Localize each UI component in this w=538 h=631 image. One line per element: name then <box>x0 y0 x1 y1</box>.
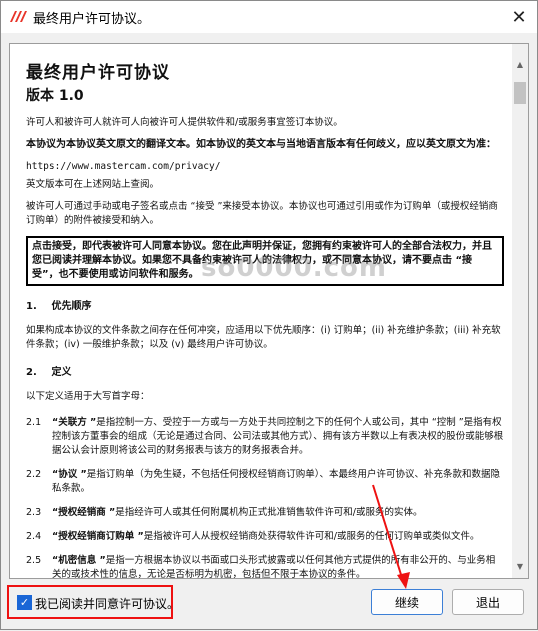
section-2-intro: 以下定义适用于大写首字母： <box>26 391 150 402</box>
section-1-title: 优先顺序 <box>51 301 92 312</box>
section-2-title: 定义 <box>51 367 72 378</box>
definition-item: 2.3 “授权经销商 ”是指经许可人或其任何附属机构正式批准销售软件许可和/或服… <box>26 506 504 520</box>
definition-item: 2.2 “协议 ”是指订购单（为免生疑，不包括任何授权经销商订购单）、本最终用户… <box>26 468 504 496</box>
section-1-number: 1. <box>26 301 37 312</box>
agree-highlight-box: ✓ 我已阅读并同意许可协议。 <box>7 585 179 619</box>
definition-item: 2.4 “授权经销商订购单 ”是指被许可人从授权经销商处获得软件许可和/或服务的… <box>26 530 504 544</box>
acceptance-paragraph: 被许可人可通过手动或电子签名或点击 “接受 ”来接受本协议。本协议也可通过引用或… <box>26 201 498 226</box>
license-text-pane[interactable]: 最终用户许可协议 版本 1.0 许可人和被许可人就许可人向被许可人提供软件和/或… <box>9 43 529 579</box>
checkmark-icon: ✓ <box>19 596 30 609</box>
scroll-down-icon[interactable]: ▼ <box>512 560 528 574</box>
translation-note: 本协议为本协议英文原文的翻译文本。如本协议的英文本与当地语言版本有任何歧义，应以… <box>26 139 496 150</box>
definition-term: “授权经销商订购单 ” <box>52 531 144 542</box>
license-document: 最终用户许可协议 版本 1.0 许可人和被许可人就许可人向被许可人提供软件和/或… <box>26 56 504 579</box>
definition-term: “授权经销商 ” <box>52 507 116 518</box>
definition-text: 是指被许可人从授权经销商处获得软件许可和/或服务的任何订购单或类似文件。 <box>143 531 480 542</box>
definition-text: 是指订购单（为免生疑，不包括任何授权经销商订购单）、本最终用户许可协议、补充条款… <box>52 469 501 494</box>
definition-number: 2.5 <box>26 555 42 566</box>
close-icon: ✕ <box>511 6 527 28</box>
document-version: 版本 1.0 <box>26 88 84 104</box>
license-dialog: 最终用户许可协议。 ✕ 最终用户许可协议 版本 1.0 许可人和被许可人就许可人… <box>0 0 538 630</box>
agree-label[interactable]: 我已阅读并同意许可协议。 <box>35 595 179 612</box>
watermark: so0000.com <box>201 253 387 283</box>
vertical-scrollbar[interactable]: ▲ ▼ <box>512 44 528 578</box>
privacy-url: https://www.mastercam.com/privacy/ <box>26 161 221 172</box>
url-note: 英文版本可在上述网站上查阅。 <box>26 179 160 190</box>
section-1-text: 如果构成本协议的文件条款之间存在任何冲突，应适用以下优先顺序：(i) 订购单；(… <box>26 325 501 350</box>
document-title: 最终用户许可协议 <box>26 63 170 83</box>
agree-checkbox[interactable]: ✓ <box>17 595 32 610</box>
title-bar: 最终用户许可协议。 ✕ <box>1 1 537 33</box>
close-button[interactable]: ✕ <box>507 5 531 29</box>
section-2-heading: 2. 定义 <box>26 366 504 380</box>
definition-number: 2.3 <box>26 507 42 518</box>
definition-item: 2.5 “机密信息 ”是指一方根据本协议以书面或口头形式披露或以任何其他方式提供… <box>26 554 504 579</box>
continue-button[interactable]: 继续 <box>371 589 443 615</box>
app-logo-icon <box>10 11 27 22</box>
definition-number: 2.2 <box>26 469 42 480</box>
definition-text: 是指控制一方、受控于一方或与一方处于共同控制之下的任何个人或公司，其中 “控制 … <box>52 417 504 456</box>
scrollbar-thumb[interactable] <box>514 82 526 104</box>
section-2-number: 2. <box>26 367 37 378</box>
definition-term: “关联方 ” <box>52 417 97 428</box>
definition-number: 2.1 <box>26 417 42 428</box>
window-title: 最终用户许可协议。 <box>33 12 151 27</box>
definition-item: 2.1 “关联方 ”是指控制一方、受控于一方或与一方处于共同控制之下的任何个人或… <box>26 416 504 458</box>
intro-paragraph: 许可人和被许可人就许可人向被许可人提供软件和/或服务事宜签订本协议。 <box>26 117 343 128</box>
definition-text: 是指一方根据本协议以书面或口头形式披露或以任何其他方式提供的所有非公开的、与业务… <box>52 555 496 579</box>
definition-term: “协议 ” <box>52 469 87 480</box>
definition-term: “机密信息 ” <box>52 555 106 566</box>
scroll-up-icon[interactable]: ▲ <box>512 58 528 72</box>
section-1-heading: 1. 优先顺序 <box>26 300 504 314</box>
exit-button[interactable]: 退出 <box>452 589 524 615</box>
definition-text: 是指经许可人或其任何附属机构正式批准销售软件许可和/或服务的实体。 <box>115 507 423 518</box>
definition-number: 2.4 <box>26 531 42 542</box>
